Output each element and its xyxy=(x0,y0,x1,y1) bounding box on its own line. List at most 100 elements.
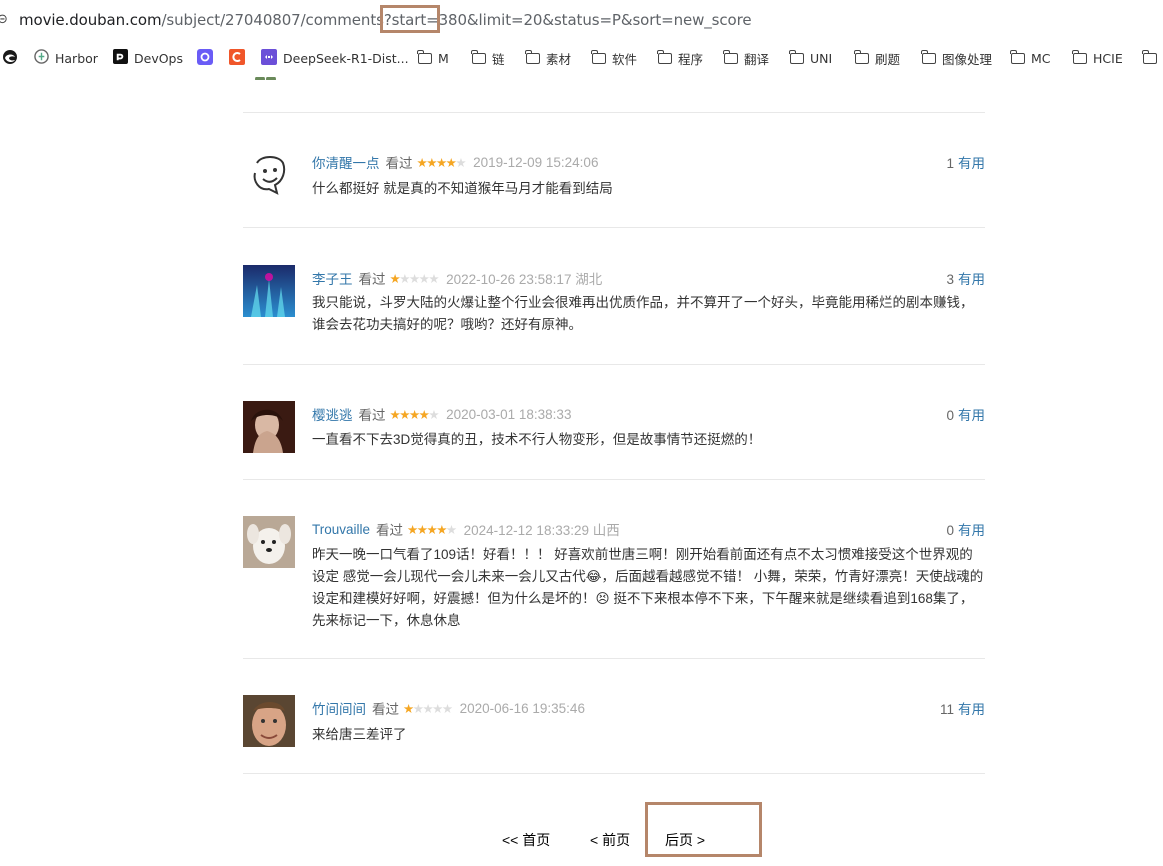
useful-vote: 0 有用 xyxy=(946,404,985,424)
folder-icon xyxy=(525,49,540,64)
folder-icon xyxy=(1072,49,1087,64)
folder-icon xyxy=(723,49,738,64)
site-info-icon[interactable]: ⊝ xyxy=(0,12,8,28)
username-link[interactable]: 樱逃逃 xyxy=(312,404,353,424)
watch-status: 看过 xyxy=(358,408,386,423)
star-filled-icon: ★ xyxy=(416,521,428,537)
divider xyxy=(243,773,985,774)
avatar[interactable] xyxy=(243,149,295,201)
star-empty-icon: ★ xyxy=(399,270,410,286)
avatar[interactable] xyxy=(243,695,295,747)
star-filled-icon: ★ xyxy=(407,521,418,537)
comment-text: 一直看不下去3D觉得真的丑，技术不行人物变形，但是故事情节还挺燃的！ xyxy=(312,432,762,447)
comment-time: 2020-06-16 19:35:46 xyxy=(459,700,585,716)
star-empty-icon: ★ xyxy=(408,270,420,286)
folder-icon xyxy=(789,49,804,64)
prev-page-link[interactable]: < 前页 xyxy=(590,830,630,850)
watch-status: 看过 xyxy=(376,523,404,538)
bookmark-folder-tuxiang[interactable]: 图像处理 xyxy=(921,44,992,72)
star-empty-icon: ★ xyxy=(418,270,430,286)
bookmark-folder-ruanjian[interactable]: 软件 xyxy=(591,44,637,72)
watch-status: 看过 xyxy=(385,156,413,171)
bookmark-folder-uni[interactable]: UNI xyxy=(789,44,832,72)
comment-info: 李子王 看过 ★★★★★ 2022-10-26 23:58:17 湖北 xyxy=(312,268,602,288)
watch-status: 看过 xyxy=(372,702,399,717)
bookmark-harbor[interactable]: Harbor xyxy=(34,44,98,72)
avatar-partial xyxy=(252,72,278,80)
avatar[interactable] xyxy=(243,265,295,317)
star-empty-icon: ★ xyxy=(428,406,439,422)
star-filled-icon: ★ xyxy=(445,154,457,170)
star-empty-icon: ★ xyxy=(412,700,424,716)
username-link[interactable]: 你清醒一点 xyxy=(312,152,380,172)
rating-stars: ★★★★★ xyxy=(389,406,440,422)
bookmark-folder-sucai[interactable]: 素材 xyxy=(525,44,571,72)
bookmark-folder-more[interactable] xyxy=(1142,44,1163,72)
divider xyxy=(243,658,985,659)
comment-info: 竹间间间 看过 ★★★★★ 2020-06-16 19:35:46 xyxy=(312,698,585,718)
bookmark-folder-fanyi[interactable]: 翻译 xyxy=(723,44,769,72)
folder-icon xyxy=(591,49,606,64)
folder-icon xyxy=(471,49,486,64)
bookmark-devops[interactable]: DevOps xyxy=(113,44,183,72)
divider xyxy=(243,112,985,113)
folder-icon xyxy=(854,49,869,64)
star-filled-icon: ★ xyxy=(408,406,420,422)
first-page-link[interactable]: << 首页 xyxy=(502,830,550,850)
folder-icon xyxy=(1142,49,1157,64)
comment-time: 2022-10-26 23:58:17 湖北 xyxy=(446,272,603,287)
useful-vote: 1 有用 xyxy=(946,152,985,172)
star-filled-icon: ★ xyxy=(399,406,410,422)
divider xyxy=(243,227,985,228)
watch-status: 看过 xyxy=(358,272,386,287)
comment-info: Trouvaille 看过 ★★★★★ 2024-12-12 18:33:29 … xyxy=(312,519,620,539)
bookmark-c-app[interactable] xyxy=(229,44,251,72)
text-partial xyxy=(312,72,372,78)
bookmark-purple-app[interactable] xyxy=(197,44,219,72)
bookmark-deepseek[interactable]: DeepSeek-R1-Dist... xyxy=(261,44,409,72)
comment-time: 2024-12-12 18:33:29 山西 xyxy=(463,523,620,538)
bookmark-folder-mc[interactable]: MC xyxy=(1010,44,1051,72)
rating-stars: ★★★★★ xyxy=(403,700,453,716)
useful-button[interactable]: 有用 xyxy=(958,702,985,717)
bookmark-folder-m[interactable]: M xyxy=(417,44,449,72)
bookmark-folder-hcie[interactable]: HCIE xyxy=(1072,44,1123,72)
username-link[interactable]: 李子王 xyxy=(312,268,353,288)
useful-button[interactable]: 有用 xyxy=(958,408,985,423)
star-empty-icon: ★ xyxy=(422,700,433,716)
star-empty-icon: ★ xyxy=(432,700,443,716)
useful-vote: 3 有用 xyxy=(946,268,985,288)
star-filled-icon: ★ xyxy=(416,154,428,170)
username-link[interactable]: Trouvaille xyxy=(312,522,370,537)
star-filled-icon: ★ xyxy=(426,154,437,170)
bookmark-folder-shuati[interactable]: 刷题 xyxy=(854,44,900,72)
useful-button[interactable]: 有用 xyxy=(958,156,985,171)
useful-count: 0 xyxy=(946,408,954,423)
address-bar[interactable]: ⊝ movie.douban.com/subject/27040807/comm… xyxy=(0,0,1163,40)
username-link[interactable]: 竹间间间 xyxy=(312,698,366,718)
star-empty-icon: ★ xyxy=(441,700,453,716)
bookmark-folder-chengxu[interactable]: 程序 xyxy=(657,44,703,72)
useful-button[interactable]: 有用 xyxy=(958,523,985,538)
comment-time: 2019-12-09 15:24:06 xyxy=(473,154,599,170)
avatar[interactable] xyxy=(243,516,295,568)
star-filled-icon: ★ xyxy=(389,270,401,286)
useful-vote: 0 有用 xyxy=(946,519,985,539)
bookmark-edge[interactable] xyxy=(2,44,24,72)
deepseek-icon xyxy=(261,48,277,68)
comment-text: 来给唐三差评了 xyxy=(312,727,407,742)
star-filled-icon: ★ xyxy=(389,406,401,422)
useful-button[interactable]: 有用 xyxy=(958,272,985,287)
folder-icon xyxy=(657,49,672,64)
avatar[interactable] xyxy=(243,401,295,453)
c-app-icon xyxy=(229,48,245,68)
rating-stars: ★★★★★ xyxy=(389,270,440,286)
edge-icon xyxy=(2,49,18,68)
star-empty-icon: ★ xyxy=(428,270,439,286)
comment-info: 你清醒一点 看过 ★★★★★ 2019-12-09 15:24:06 xyxy=(312,152,598,172)
useful-count: 1 xyxy=(946,156,954,171)
star-filled-icon: ★ xyxy=(435,154,447,170)
bookmark-folder-lian[interactable]: 链 xyxy=(471,44,505,72)
star-empty-icon: ★ xyxy=(445,521,457,537)
star-filled-icon: ★ xyxy=(418,406,430,422)
